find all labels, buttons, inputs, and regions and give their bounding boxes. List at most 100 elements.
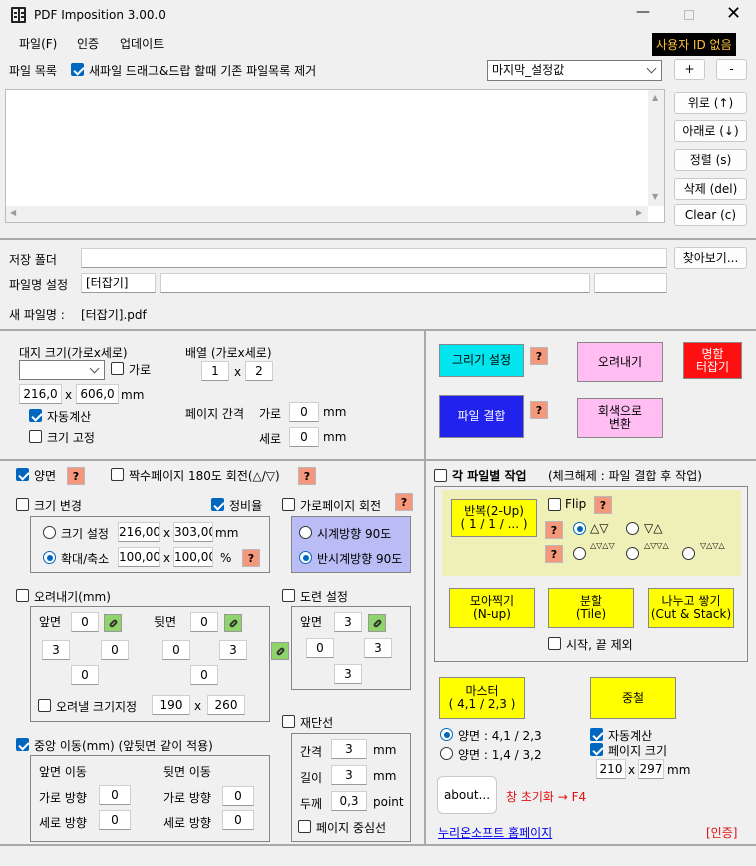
horizontal-scrollbar[interactable]: ◀ ▶ (6, 206, 648, 222)
master-auto-checkbox[interactable] (590, 728, 603, 741)
bleed-front-top[interactable]: 0 (71, 612, 99, 632)
master-page-height-input[interactable]: 297 (638, 759, 664, 779)
back-v-move-input[interactable]: 0 (222, 810, 254, 830)
back-h-move-input[interactable]: 0 (222, 786, 254, 806)
bleed-back-bottom[interactable]: 0 (190, 665, 218, 685)
order-2-radio[interactable] (626, 522, 639, 535)
per-file-checkbox[interactable] (434, 469, 447, 482)
scroll-up-icon[interactable]: ▲ (652, 93, 658, 102)
scale-radio[interactable] (43, 551, 56, 564)
minimize-icon[interactable]: — (636, 4, 650, 20)
order-help-button-2[interactable]: ? (545, 545, 563, 563)
bleed-checkbox[interactable] (16, 589, 29, 602)
bleed-front-left[interactable]: 3 (42, 640, 70, 660)
save-folder-input[interactable] (81, 248, 667, 268)
saddle-stitch-button[interactable]: 중철 (590, 677, 676, 719)
scroll-down-icon[interactable]: ▼ (652, 192, 658, 201)
link-icon[interactable] (104, 614, 122, 632)
move-down-button[interactable]: 아래로 (↓) (674, 120, 747, 142)
merge-help-button[interactable]: ? (530, 401, 548, 419)
bleed-back-top[interactable]: 0 (190, 612, 218, 632)
grayscale-button[interactable]: 회색으로 변환 (577, 398, 663, 438)
resize-checkbox[interactable] (16, 498, 29, 511)
rotate-ccw-radio[interactable] (299, 551, 312, 564)
even-rotate-checkbox[interactable] (111, 468, 124, 481)
cutline-gap-input[interactable]: 3 (331, 739, 367, 759)
link-icon[interactable] (271, 642, 289, 660)
preset-select[interactable]: 마지막_설정값 (487, 60, 662, 81)
scroll-left-icon[interactable]: ◀ (10, 208, 16, 217)
cut-stack-button[interactable]: 나누고 쌓기 (Cut & Stack) (648, 588, 734, 628)
master-pagesize-checkbox[interactable] (590, 743, 603, 756)
close-icon[interactable]: ✕ (726, 3, 741, 24)
tile-button[interactable]: 분할 (Tile) (548, 588, 634, 628)
tombo-right[interactable]: 3 (364, 638, 392, 658)
front-h-move-input[interactable]: 0 (99, 785, 131, 805)
bleed-front-bottom[interactable]: 0 (71, 665, 99, 685)
scale-help-button[interactable]: ? (242, 549, 260, 567)
paper-height-input[interactable]: 606,0 (76, 384, 119, 404)
browse-button[interactable]: 찾아보기... (674, 247, 747, 269)
scroll-right-icon[interactable]: ▶ (636, 208, 642, 217)
gap-h-input[interactable]: 0 (289, 402, 319, 422)
delete-button[interactable]: 삭제 (del) (674, 178, 747, 200)
flip-checkbox[interactable] (548, 498, 561, 511)
even-rotate-help-button[interactable]: ? (298, 467, 316, 485)
duplex-checkbox[interactable] (16, 468, 29, 481)
cutline-thickness-input[interactable]: 0,3 (331, 791, 367, 811)
arrange-rows-input[interactable]: 2 (245, 361, 273, 381)
resize-width-input[interactable]: 216,00 (118, 522, 160, 542)
paper-width-input[interactable]: 216,0 (19, 384, 62, 404)
order-help-button[interactable]: ? (545, 521, 563, 539)
set-size-radio[interactable] (43, 526, 56, 539)
menu-update[interactable]: 업데이트 (120, 35, 164, 52)
front-v-move-input[interactable]: 0 (99, 810, 131, 830)
landscape-rotate-checkbox[interactable] (282, 498, 295, 511)
center-move-checkbox[interactable] (16, 738, 29, 751)
bleed-size-checkbox[interactable] (38, 699, 51, 712)
preset-add-button[interactable]: + (674, 59, 705, 80)
tombo-left[interactable]: 0 (306, 638, 334, 658)
tombo-checkbox[interactable] (282, 589, 295, 602)
fixed-size-checkbox[interactable] (29, 430, 42, 443)
order-5-radio[interactable] (682, 547, 695, 560)
business-card-button[interactable]: 명함 터잡기 (683, 342, 742, 379)
repeat-2up-button[interactable]: 반복(2-Up)( 1 / 1 / ... ) (451, 499, 537, 537)
trim-button[interactable]: 오려내기 (577, 342, 663, 382)
cutline-length-input[interactable]: 3 (331, 765, 367, 785)
merge-files-button[interactable]: 파일 결합 (439, 395, 524, 438)
auto-calc-checkbox[interactable] (29, 409, 42, 422)
tombo-top[interactable]: 3 (334, 612, 362, 632)
order-1-radio[interactable] (573, 522, 586, 535)
move-up-button[interactable]: 위로 (↑) (674, 92, 747, 114)
arrange-cols-input[interactable]: 1 (201, 361, 229, 381)
bleed-front-right[interactable]: 0 (101, 640, 129, 660)
keep-ratio-checkbox[interactable] (211, 498, 224, 511)
filename-input-3[interactable] (594, 273, 667, 293)
flip-help-button[interactable]: ? (594, 496, 612, 514)
maximize-icon[interactable] (684, 10, 694, 20)
duplex-order-1-radio[interactable] (440, 728, 453, 741)
bleed-back-right[interactable]: 3 (219, 640, 247, 660)
nup-button[interactable]: 모아찍기 (N-up) (449, 588, 535, 628)
master-button[interactable]: 마스터( 4,1 / 2,3 ) (439, 677, 525, 719)
filename-input[interactable]: [터잡기] (81, 273, 156, 293)
menu-auth[interactable]: 인증 (77, 35, 99, 52)
link-icon[interactable] (368, 614, 386, 632)
rotate-cw-radio[interactable] (299, 526, 312, 539)
cutline-checkbox[interactable] (282, 715, 295, 728)
exclude-start-end-checkbox[interactable] (548, 637, 561, 650)
file-list[interactable]: ▲ ▼ ◀ ▶ (5, 89, 665, 223)
resize-height-input[interactable]: 303,00 (173, 522, 213, 542)
duplex-order-2-radio[interactable] (440, 747, 453, 760)
scale-height-input[interactable]: 100,00 (173, 547, 213, 567)
bleed-size-width[interactable]: 190 (152, 695, 190, 715)
landscape-rotate-help-button[interactable]: ? (395, 493, 413, 511)
scale-width-input[interactable]: 100,00 (118, 547, 160, 567)
bleed-size-height[interactable]: 260 (207, 695, 245, 715)
gap-v-input[interactable]: 0 (289, 427, 319, 447)
remove-on-drop-checkbox[interactable] (71, 63, 84, 76)
bleed-back-left[interactable]: 0 (162, 640, 190, 660)
landscape-checkbox[interactable] (111, 362, 124, 375)
draw-help-button[interactable]: ? (530, 347, 548, 365)
